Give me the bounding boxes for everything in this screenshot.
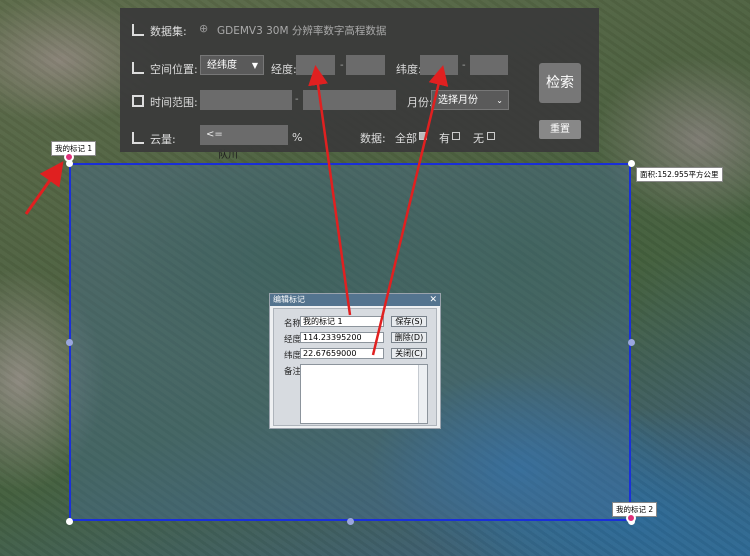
lon-min-input[interactable] [296, 55, 335, 75]
dataset-label: 数据集: [150, 25, 187, 38]
edit-marker-dialog: 编辑标记 ✕ 名称 我的标记 1 保存(S) 经度 114.23395200 删… [269, 293, 441, 429]
data-filter-label: 数据: [360, 132, 386, 145]
cloud-input[interactable]: <= [200, 125, 288, 145]
chevron-down-icon: ⌄ [496, 96, 503, 105]
location-icon [132, 62, 144, 74]
delete-button[interactable]: 删除(D) [391, 332, 427, 343]
cloud-unit: % [292, 131, 303, 144]
note-scrollbar[interactable] [418, 365, 427, 423]
save-button[interactable]: 保存(S) [391, 316, 427, 327]
lon-dash: - [340, 60, 344, 71]
lon-label: 经度: [271, 63, 297, 76]
marker-1-label: 我的标记 1 [51, 141, 97, 156]
dialog-title-bar[interactable]: 编辑标记 ✕ [270, 294, 440, 306]
name-input[interactable]: 我的标记 1 [300, 316, 384, 327]
note-textarea[interactable] [300, 364, 428, 424]
cloud-label: 云量: [150, 133, 176, 146]
calendar-icon [132, 95, 144, 107]
close-icon[interactable]: ✕ [429, 294, 437, 306]
close-button[interactable]: 关闭(C) [391, 348, 427, 359]
month-label: 月份: [407, 96, 433, 109]
data-has-checkbox[interactable] [452, 132, 460, 140]
aoi-handle-bottom-mid[interactable] [347, 518, 354, 525]
search-panel: 数据集: ⊕ GDEMV3 30M 分辨率数字高程数据 空间位置: 经纬度 ▼ … [120, 8, 599, 152]
aoi-handle-right-mid[interactable] [628, 339, 635, 346]
time-label: 时间范围: [150, 96, 198, 109]
data-filter-none[interactable]: 无 [473, 130, 484, 146]
lat-min-input[interactable] [420, 55, 458, 75]
lat-max-input[interactable] [470, 55, 508, 75]
area-label: 面积:152.955平方公里 [636, 167, 723, 182]
data-all-checkbox[interactable] [419, 132, 427, 140]
lat-label: 纬度: [396, 63, 422, 76]
note-label: 备注 [284, 367, 302, 377]
marker-1-pin[interactable] [64, 152, 74, 162]
coordinate-type-select[interactable]: 经纬度 ▼ [200, 55, 264, 75]
marker-2-pin[interactable] [626, 513, 636, 523]
dataset-icon [132, 24, 144, 36]
dataset-value[interactable]: GDEMV3 30M 分辨率数字高程数据 [217, 23, 386, 38]
start-date-input[interactable] [200, 90, 292, 110]
aoi-handle-top-right[interactable] [628, 160, 635, 167]
lon-label: 经度 [284, 335, 302, 345]
lon-max-input[interactable] [346, 55, 385, 75]
month-select[interactable]: 选择月份 ⌄ [431, 90, 509, 110]
spatial-label: 空间位置: [150, 63, 198, 76]
cloud-icon [132, 132, 144, 144]
lat-dash: - [462, 60, 466, 71]
cloud-operator: <= [206, 129, 223, 140]
search-button[interactable]: 检索 [539, 63, 581, 103]
lat-input[interactable]: 22.67659000 [300, 348, 384, 359]
lat-label: 纬度 [284, 351, 302, 361]
name-label: 名称 [284, 319, 302, 329]
data-none-checkbox[interactable] [487, 132, 495, 140]
end-date-input[interactable] [303, 90, 396, 110]
add-icon[interactable]: ⊕ [199, 22, 208, 35]
chevron-down-icon: ▼ [251, 61, 258, 70]
month-select-value: 选择月份 [438, 95, 478, 106]
dialog-body: 名称 我的标记 1 保存(S) 经度 114.23395200 删除(D) 纬度… [273, 308, 437, 426]
aoi-handle-bottom-left[interactable] [66, 518, 73, 525]
dialog-title: 编辑标记 [273, 295, 305, 304]
data-filter-has[interactable]: 有 [439, 130, 450, 146]
reset-button[interactable]: 重置 [539, 120, 581, 139]
time-dash: - [295, 94, 299, 105]
lon-input[interactable]: 114.23395200 [300, 332, 384, 343]
data-filter-all[interactable]: 全部 [395, 130, 417, 146]
aoi-handle-left-mid[interactable] [66, 339, 73, 346]
coordinate-type-value: 经纬度 [207, 60, 237, 71]
